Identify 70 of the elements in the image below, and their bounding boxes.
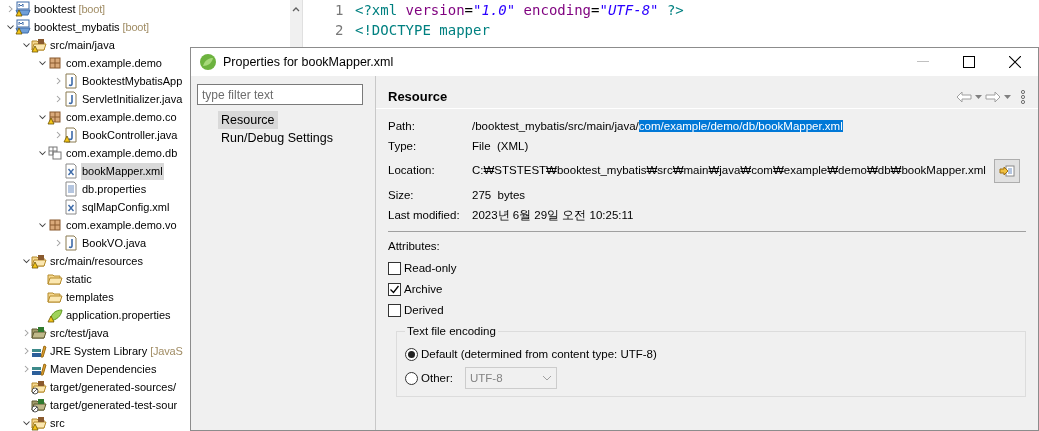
tree-item[interactable]: static <box>65 270 93 288</box>
tree-item[interactable]: src/test/java <box>49 324 110 342</box>
maximize-icon[interactable] <box>963 56 975 68</box>
nav-item[interactable]: Run/Debug Settings <box>218 129 336 147</box>
close-icon[interactable] <box>1009 56 1021 68</box>
tree-item[interactable]: ServletInitializer.java <box>81 90 184 108</box>
tree-item[interactable]: com.example.demo <box>65 54 163 72</box>
tree-item[interactable]: target/generated-test-sour <box>49 396 179 414</box>
checkbox-label: Archive <box>404 282 443 298</box>
filter-field[interactable]: type filter text <box>197 84 363 105</box>
attributes-label: Attributes: <box>388 239 441 254</box>
field-value: 275 bytes <box>472 187 526 203</box>
tree-item[interactable]: com.example.demo.vo <box>65 216 178 234</box>
tree-item[interactable]: Maven Dependencies <box>49 360 158 378</box>
tree-item[interactable]: BooktestMybatisApp <box>81 72 184 90</box>
tree-item[interactable]: src <box>49 414 66 431</box>
tree-item[interactable]: templates <box>65 288 115 306</box>
group-title: Text file encoding <box>405 324 498 339</box>
reveal-icon <box>998 165 1015 177</box>
radio-button[interactable] <box>405 347 418 361</box>
tree-item[interactable]: booktest_mybatis <box>33 18 121 36</box>
leaf-icon <box>199 53 217 71</box>
check-icon <box>389 284 400 296</box>
tree-item-suffix: [JavaS <box>150 343 183 359</box>
dialog-title: Properties for bookMapper.xml <box>223 53 394 71</box>
field-label: Path: <box>388 118 416 134</box>
checkbox-label: Derived <box>404 303 444 319</box>
checkbox[interactable] <box>388 283 401 297</box>
tree-item[interactable]: JRE System Library <box>49 342 149 360</box>
tree-item[interactable]: bookMapper.xml <box>81 162 164 180</box>
radio-button[interactable] <box>405 371 418 385</box>
tree-item[interactable]: com.example.demo.co <box>65 108 178 126</box>
tree-item[interactable]: application.properties <box>65 306 172 324</box>
radio-label: Other: <box>421 370 453 386</box>
tree-item[interactable]: sqlMapConfig.xml <box>81 198 171 216</box>
code-line: <?xml version="1.0" encoding="UTF-8" ?> <box>355 0 684 20</box>
nav-item[interactable]: Resource <box>218 111 278 129</box>
tree-item[interactable]: src/main/resources <box>49 252 144 270</box>
tree-item-suffix: [boot] <box>78 1 105 17</box>
line-number: 2 <box>335 20 345 40</box>
forward-arrow-icon[interactable] <box>985 90 1001 103</box>
caret-icon <box>541 375 552 382</box>
tree-item[interactable]: src/main/java <box>49 36 116 54</box>
tree-item[interactable]: target/generated-sources/ <box>49 378 177 396</box>
scroll-up-icon[interactable] <box>292 6 300 12</box>
radio-label: Default (determined from content type: UTF-8) <box>421 346 657 362</box>
line-number: 1 <box>335 0 345 20</box>
checkbox-label: Read-only <box>404 261 457 277</box>
checkbox[interactable] <box>388 262 401 276</box>
code-line: <!DOCTYPE mapper <box>355 20 490 40</box>
tree-item[interactable]: booktest <box>33 0 77 18</box>
field-label: Location: <box>388 163 436 179</box>
tree-item[interactable]: BookController.java <box>81 126 179 144</box>
field-label: Last modified: <box>388 207 461 223</box>
dropdown-caret-icon[interactable] <box>1004 94 1011 99</box>
field-label: Size: <box>388 187 415 203</box>
tree-item[interactable]: BookVO.java <box>81 234 148 252</box>
tree-item[interactable]: db.properties <box>81 180 148 198</box>
open-location-button[interactable] <box>993 159 1020 183</box>
tree-item[interactable]: com.example.demo.db <box>65 144 179 162</box>
dropdown-caret-icon[interactable] <box>975 94 982 99</box>
back-arrow-icon[interactable] <box>956 90 972 103</box>
field-label: Type: <box>388 138 418 154</box>
checkbox[interactable] <box>388 304 401 318</box>
field-value: 2023년 6월 29일 오전 10:25:11 <box>472 207 634 223</box>
tree-item-suffix: [boot] <box>122 19 149 35</box>
field-value: C:₩STSTEST₩booktest_mybatis₩src₩main₩java₩com₩example₩demo₩db₩bookMapper.xml <box>472 163 986 179</box>
more-options-icon[interactable] <box>1020 89 1026 104</box>
field-value: File (XML) <box>472 138 529 154</box>
page-title: Resource <box>388 87 448 106</box>
